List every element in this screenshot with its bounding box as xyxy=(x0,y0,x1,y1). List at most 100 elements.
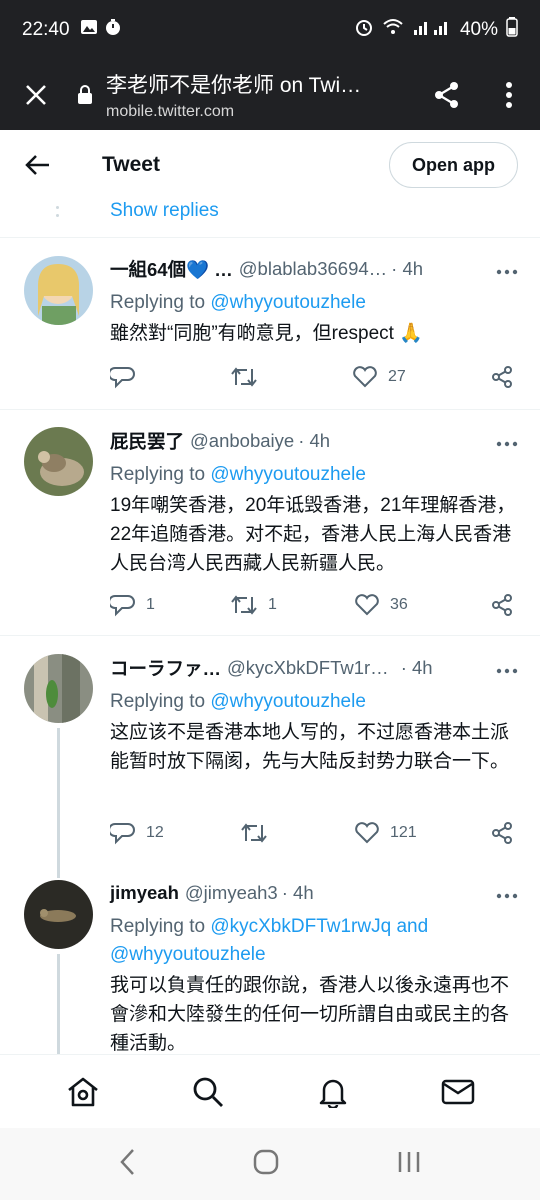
like-button[interactable]: 121 xyxy=(354,822,417,844)
thread-line xyxy=(57,954,60,1054)
mention-link[interactable]: @kycXbkDFTw1rwJq xyxy=(210,916,391,937)
avatar[interactable] xyxy=(24,880,93,949)
more-options-icon[interactable] xyxy=(496,258,518,280)
reply-icon xyxy=(110,595,135,617)
show-replies-link[interactable]: Show replies xyxy=(110,200,219,222)
arrow-left-icon xyxy=(25,155,49,175)
android-home-button[interactable] xyxy=(252,1148,280,1181)
android-recents-button[interactable] xyxy=(396,1149,422,1180)
like-button[interactable]: 36 xyxy=(354,594,408,616)
tweet-text: 我可以負責任的跟你說，香港人以後永遠再也不會滲和大陸發生的任何一切所謂自由或民主… xyxy=(110,975,510,1054)
user-handle[interactable]: @jimyeah3 xyxy=(185,882,278,904)
tweet-actions: 12 121 xyxy=(110,818,518,848)
thread-line xyxy=(57,728,60,878)
tweet-time[interactable]: · 4h xyxy=(282,882,314,904)
heart-icon xyxy=(355,594,379,616)
reply-icon xyxy=(110,367,135,389)
gallery-icon xyxy=(80,18,98,42)
android-recents-icon xyxy=(398,1151,420,1172)
more-options-icon[interactable] xyxy=(496,657,518,679)
share-tweet-button[interactable] xyxy=(490,365,514,389)
tweet-time[interactable]: · 4h xyxy=(391,258,423,280)
retweet-icon xyxy=(231,595,257,615)
mention-link[interactable]: @whyyoutouzhele xyxy=(110,944,266,965)
avatar[interactable] xyxy=(24,256,93,325)
browser-menu-button[interactable] xyxy=(478,81,540,109)
nav-messages[interactable] xyxy=(428,1062,488,1122)
bottom-navigation xyxy=(0,1054,540,1128)
more-options-icon[interactable] xyxy=(496,430,518,452)
user-handle[interactable]: @anbobaiye xyxy=(190,430,294,452)
thread-dots xyxy=(56,206,60,222)
mention-link[interactable]: @whyyoutouzhele xyxy=(210,464,366,485)
replying-and: and xyxy=(396,916,429,937)
messages-icon xyxy=(441,1079,474,1104)
show-replies-row[interactable]: Show replies xyxy=(0,200,540,238)
tweet-time[interactable]: · 4h xyxy=(298,430,330,452)
like-count: 27 xyxy=(388,368,406,385)
nav-notifications[interactable] xyxy=(303,1062,363,1122)
replying-to: Replying to @whyyoutouzhele xyxy=(110,464,366,485)
share-tweet-button[interactable] xyxy=(490,821,514,845)
tweet[interactable]: jimyeah @jimyeah3 · 4h Replying to @kycX… xyxy=(0,862,540,1054)
mention-link[interactable]: @whyyoutouzhele xyxy=(210,691,366,712)
replying-to: Replying to @whyyoutouzhele xyxy=(110,292,366,313)
tweet-body: 屁民罢了 @anbobaiye · 4h Replying to @whyyou… xyxy=(110,427,518,578)
android-back-button[interactable] xyxy=(118,1148,136,1181)
timer-icon xyxy=(104,18,122,42)
close-icon xyxy=(26,85,46,105)
android-back-icon xyxy=(120,1148,134,1175)
tweet-time[interactable]: · 4h xyxy=(401,657,433,679)
more-options-icon[interactable] xyxy=(496,882,518,904)
page-heading: Tweet xyxy=(102,153,160,176)
nav-search[interactable] xyxy=(178,1062,238,1122)
share-tweet-button[interactable] xyxy=(490,593,514,617)
mention-link[interactable]: @whyyoutouzhele xyxy=(210,292,366,313)
system-navigation xyxy=(0,1128,540,1200)
reply-button[interactable] xyxy=(110,365,136,389)
user-handle[interactable]: @kycXbkDFTw1r… xyxy=(227,657,389,679)
reply-button[interactable]: 12 xyxy=(110,821,164,845)
tweet[interactable]: 一組64個💙 … @blablab36694… · 4h Replying to… xyxy=(0,238,540,410)
more-vertical-icon xyxy=(506,82,512,108)
back-button[interactable] xyxy=(0,154,76,176)
avatar[interactable] xyxy=(24,654,93,723)
close-tab-button[interactable] xyxy=(0,60,72,130)
retweet-button[interactable] xyxy=(230,365,258,389)
avatar[interactable] xyxy=(24,427,93,496)
alarm-icon xyxy=(354,17,374,43)
reply-button[interactable]: 1 xyxy=(110,593,155,617)
reply-count: 1 xyxy=(146,596,155,613)
display-name[interactable]: 一組64個💙 … xyxy=(110,256,233,282)
page-url: mobile.twitter.com xyxy=(106,103,235,120)
nav-home[interactable] xyxy=(53,1062,113,1122)
tweet-body: コーラファ… @kycXbkDFTw1r… · 4h Replying to @… xyxy=(110,654,518,776)
retweet-button[interactable] xyxy=(240,821,268,845)
tweet[interactable]: 屁民罢了 @anbobaiye · 4h Replying to @whyyou… xyxy=(0,410,540,636)
reply-icon xyxy=(110,823,135,845)
page-title: 李老师不是你老师 on Twi… xyxy=(106,74,362,97)
tweet-text: 19年嘲笑香港，20年诋毁香港，21年理解香港，22年追随香港。对不起，香港人民… xyxy=(110,495,516,574)
tweet-actions: 27 xyxy=(110,362,518,392)
display-name[interactable]: 屁民罢了 xyxy=(110,428,184,454)
share-icon xyxy=(492,366,512,388)
display-name[interactable]: jimyeah xyxy=(110,882,179,904)
retweet-button[interactable]: 1 xyxy=(230,593,277,617)
display-name[interactable]: コーラファ… xyxy=(110,655,221,681)
replying-to: Replying to @whyyoutouzhele xyxy=(110,691,366,712)
tweet[interactable]: コーラファ… @kycXbkDFTw1r… · 4h Replying to @… xyxy=(0,636,540,878)
like-count: 121 xyxy=(390,824,417,841)
like-button[interactable]: 27 xyxy=(352,366,406,388)
tweet-body: jimyeah @jimyeah3 · 4h Replying to @kycX… xyxy=(110,879,518,1058)
user-handle[interactable]: @blablab36694… xyxy=(239,258,387,280)
address-bar[interactable]: 李老师不是你老师 on Twi… mobile.twitter.com xyxy=(106,69,416,121)
share-icon xyxy=(492,822,512,844)
tweet-header: Tweet Open app xyxy=(0,130,540,200)
share-icon xyxy=(435,82,458,108)
share-button[interactable] xyxy=(416,80,478,110)
tweet-body: 一組64個💙 … @blablab36694… · 4h Replying to… xyxy=(110,255,518,348)
tweet-actions: 1 1 36 xyxy=(110,590,518,620)
wifi-icon xyxy=(382,18,404,42)
reply-count: 12 xyxy=(146,824,164,841)
open-app-button[interactable]: Open app xyxy=(388,142,518,188)
